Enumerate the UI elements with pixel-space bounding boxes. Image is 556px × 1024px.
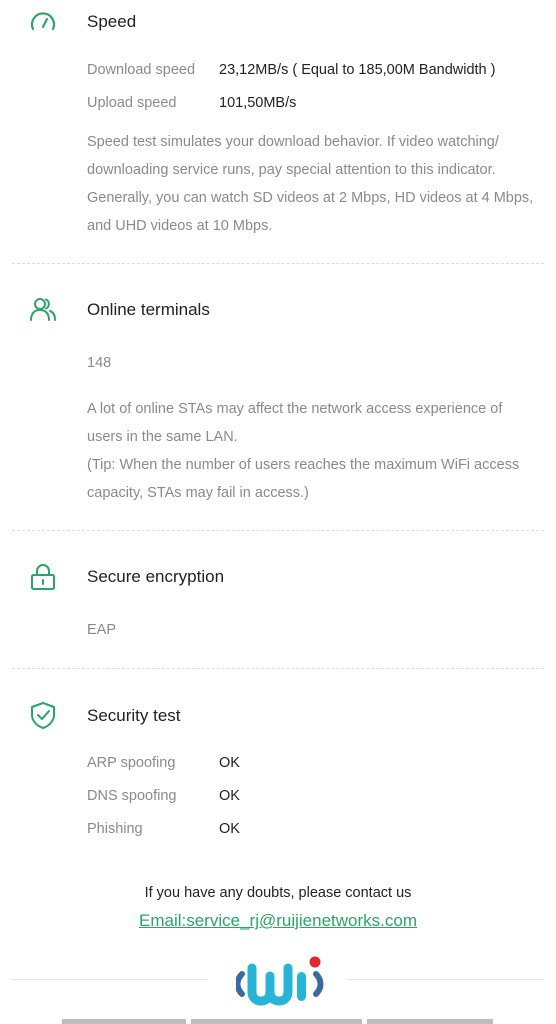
speed-description: Speed test simulates your download behav…	[87, 134, 534, 234]
footer-line-right	[348, 979, 544, 980]
email-link-wrapper: Email:service_rj@ruijienetworks.com	[0, 909, 556, 934]
download-speed-value: 23,12MB/s ( Equal to 185,00M Bandwidth )	[219, 62, 496, 78]
divider	[12, 530, 544, 531]
speedometer-icon	[28, 8, 58, 38]
footer-line-left	[12, 979, 208, 980]
security-row-value: OK	[219, 755, 240, 771]
security-row-dns: DNS spoofing OK	[87, 786, 240, 806]
security-row-phishing: Phishing OK	[87, 819, 240, 839]
contact-text: If you have any doubts, please contact u…	[144, 885, 412, 901]
security-row-value: OK	[219, 821, 240, 837]
security-row-label: DNS spoofing	[87, 788, 177, 804]
encryption-title: Secure encryption	[87, 567, 225, 586]
security-row-arp: ARP spoofing OK	[87, 753, 240, 773]
users-icon	[28, 295, 58, 325]
download-speed-label: Download speed	[87, 62, 196, 78]
upload-speed-label: Upload speed	[87, 95, 177, 111]
encryption-value: EAP	[87, 622, 117, 638]
divider	[12, 668, 544, 669]
upload-speed-row: Upload speed 101,50MB/s	[87, 93, 296, 113]
download-speed-row: Download speed 23,12MB/s ( Equal to 185,0…	[87, 60, 495, 80]
ruijie-wifi-logo	[234, 954, 324, 1010]
speed-title: Speed	[87, 12, 137, 31]
security-row-label: ARP spoofing	[87, 755, 176, 771]
terminals-description: A lot of online STAs may affect the netw…	[87, 401, 503, 445]
lock-icon	[28, 563, 58, 593]
shield-check-icon	[28, 700, 58, 730]
divider	[12, 263, 544, 264]
terminals-title: Online terminals	[87, 300, 210, 319]
bottom-bar	[367, 1019, 493, 1024]
bottom-bar	[62, 1019, 186, 1024]
terminals-count: 148	[87, 355, 112, 371]
security-row-label: Phishing	[87, 821, 143, 837]
terminals-tip: (Tip: When the number of users reaches t…	[87, 457, 520, 501]
upload-speed-value: 101,50MB/s	[219, 95, 297, 111]
bottom-bar	[191, 1019, 362, 1024]
email-link[interactable]: Email:service_rj@ruijienetworks.com	[139, 911, 417, 930]
security-title: Security test	[87, 706, 181, 725]
security-row-value: OK	[219, 788, 240, 804]
